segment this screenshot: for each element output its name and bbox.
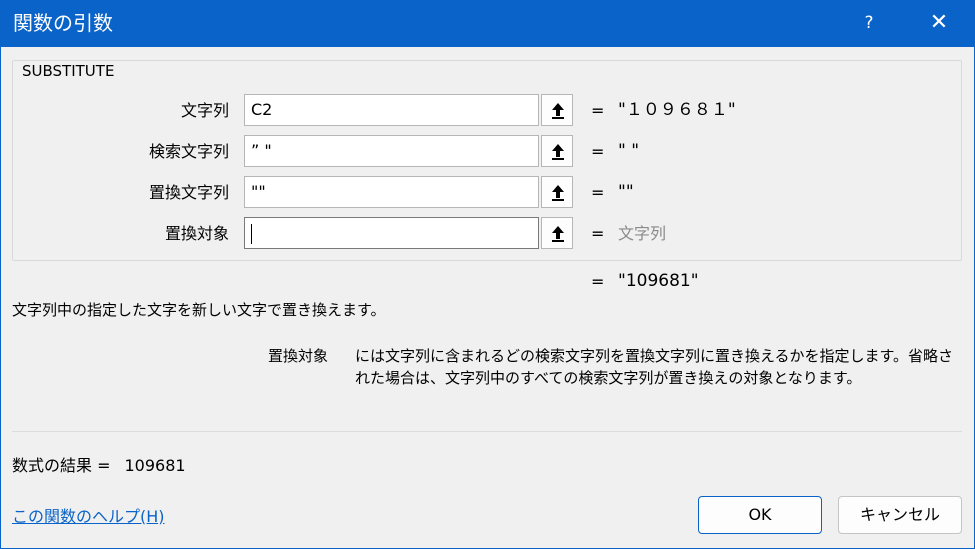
- old-text-arg-eval: " ": [618, 141, 640, 161]
- text-arg-ref-button[interactable]: [541, 94, 573, 126]
- instance-num-arg-ref-button[interactable]: [541, 217, 573, 249]
- help-icon[interactable]: ?: [858, 11, 880, 35]
- arg-label-text: 文字列: [180, 101, 229, 120]
- new-text-arg-eval: "": [618, 182, 634, 202]
- function-name: SUBSTITUTE: [22, 62, 115, 80]
- collapse-arrow-icon: [552, 144, 564, 160]
- old-text-arg-value: ” ": [251, 141, 272, 160]
- function-description: 文字列中の指定した文字を新しい文字で置き換えます。: [12, 301, 386, 319]
- old-text-arg-ref-button[interactable]: [541, 135, 573, 167]
- equals-sign: =: [591, 183, 605, 202]
- result-label: 数式の結果 =: [12, 456, 111, 475]
- result-value: 109681: [124, 456, 186, 475]
- cancel-button[interactable]: キャンセル: [838, 496, 962, 534]
- detail-arg-text: には文字列に含まれるどの検索文字列を置換文字列に置き換えるかを指定します。省略さ…: [355, 347, 954, 387]
- function-help-link[interactable]: この関数のヘルプ(H): [12, 506, 165, 528]
- arg-label-instance-num: 置換対象: [164, 224, 229, 243]
- close-icon[interactable]: ✕: [924, 8, 954, 38]
- collapse-arrow-icon: [552, 103, 564, 119]
- instance-num-arg-input[interactable]: [244, 217, 539, 249]
- old-text-arg-input[interactable]: ” ": [244, 135, 539, 167]
- new-text-arg-input[interactable]: "": [244, 176, 539, 208]
- equals-sign: =: [591, 142, 605, 161]
- text-caret: [251, 223, 252, 244]
- dialog-title: 関数の引数: [13, 11, 113, 35]
- arg-label-new-text: 置換文字列: [148, 183, 229, 202]
- new-text-arg-value: "": [251, 182, 266, 201]
- title-bar: 関数の引数 ? ✕: [0, 0, 975, 47]
- arg-label-old-text: 検索文字列: [148, 142, 229, 161]
- equals-sign: =: [591, 101, 605, 120]
- ok-button[interactable]: OK: [698, 496, 822, 534]
- text-arg-value: C2: [251, 100, 273, 119]
- instance-num-arg-eval: 文字列: [618, 224, 667, 243]
- new-text-arg-ref-button[interactable]: [541, 176, 573, 208]
- formula-result: 数式の結果 = 109681: [12, 455, 186, 477]
- equals-sign: =: [591, 272, 605, 291]
- text-arg-eval: "１０９６８１": [618, 100, 736, 120]
- collapse-arrow-icon: [552, 226, 564, 242]
- divider: [12, 431, 962, 432]
- text-arg-input[interactable]: C2: [244, 94, 539, 126]
- detail-arg-name: 置換対象: [268, 347, 329, 365]
- collapse-arrow-icon: [552, 185, 564, 201]
- equals-sign: =: [591, 224, 605, 243]
- overall-eval: "109681": [618, 271, 699, 291]
